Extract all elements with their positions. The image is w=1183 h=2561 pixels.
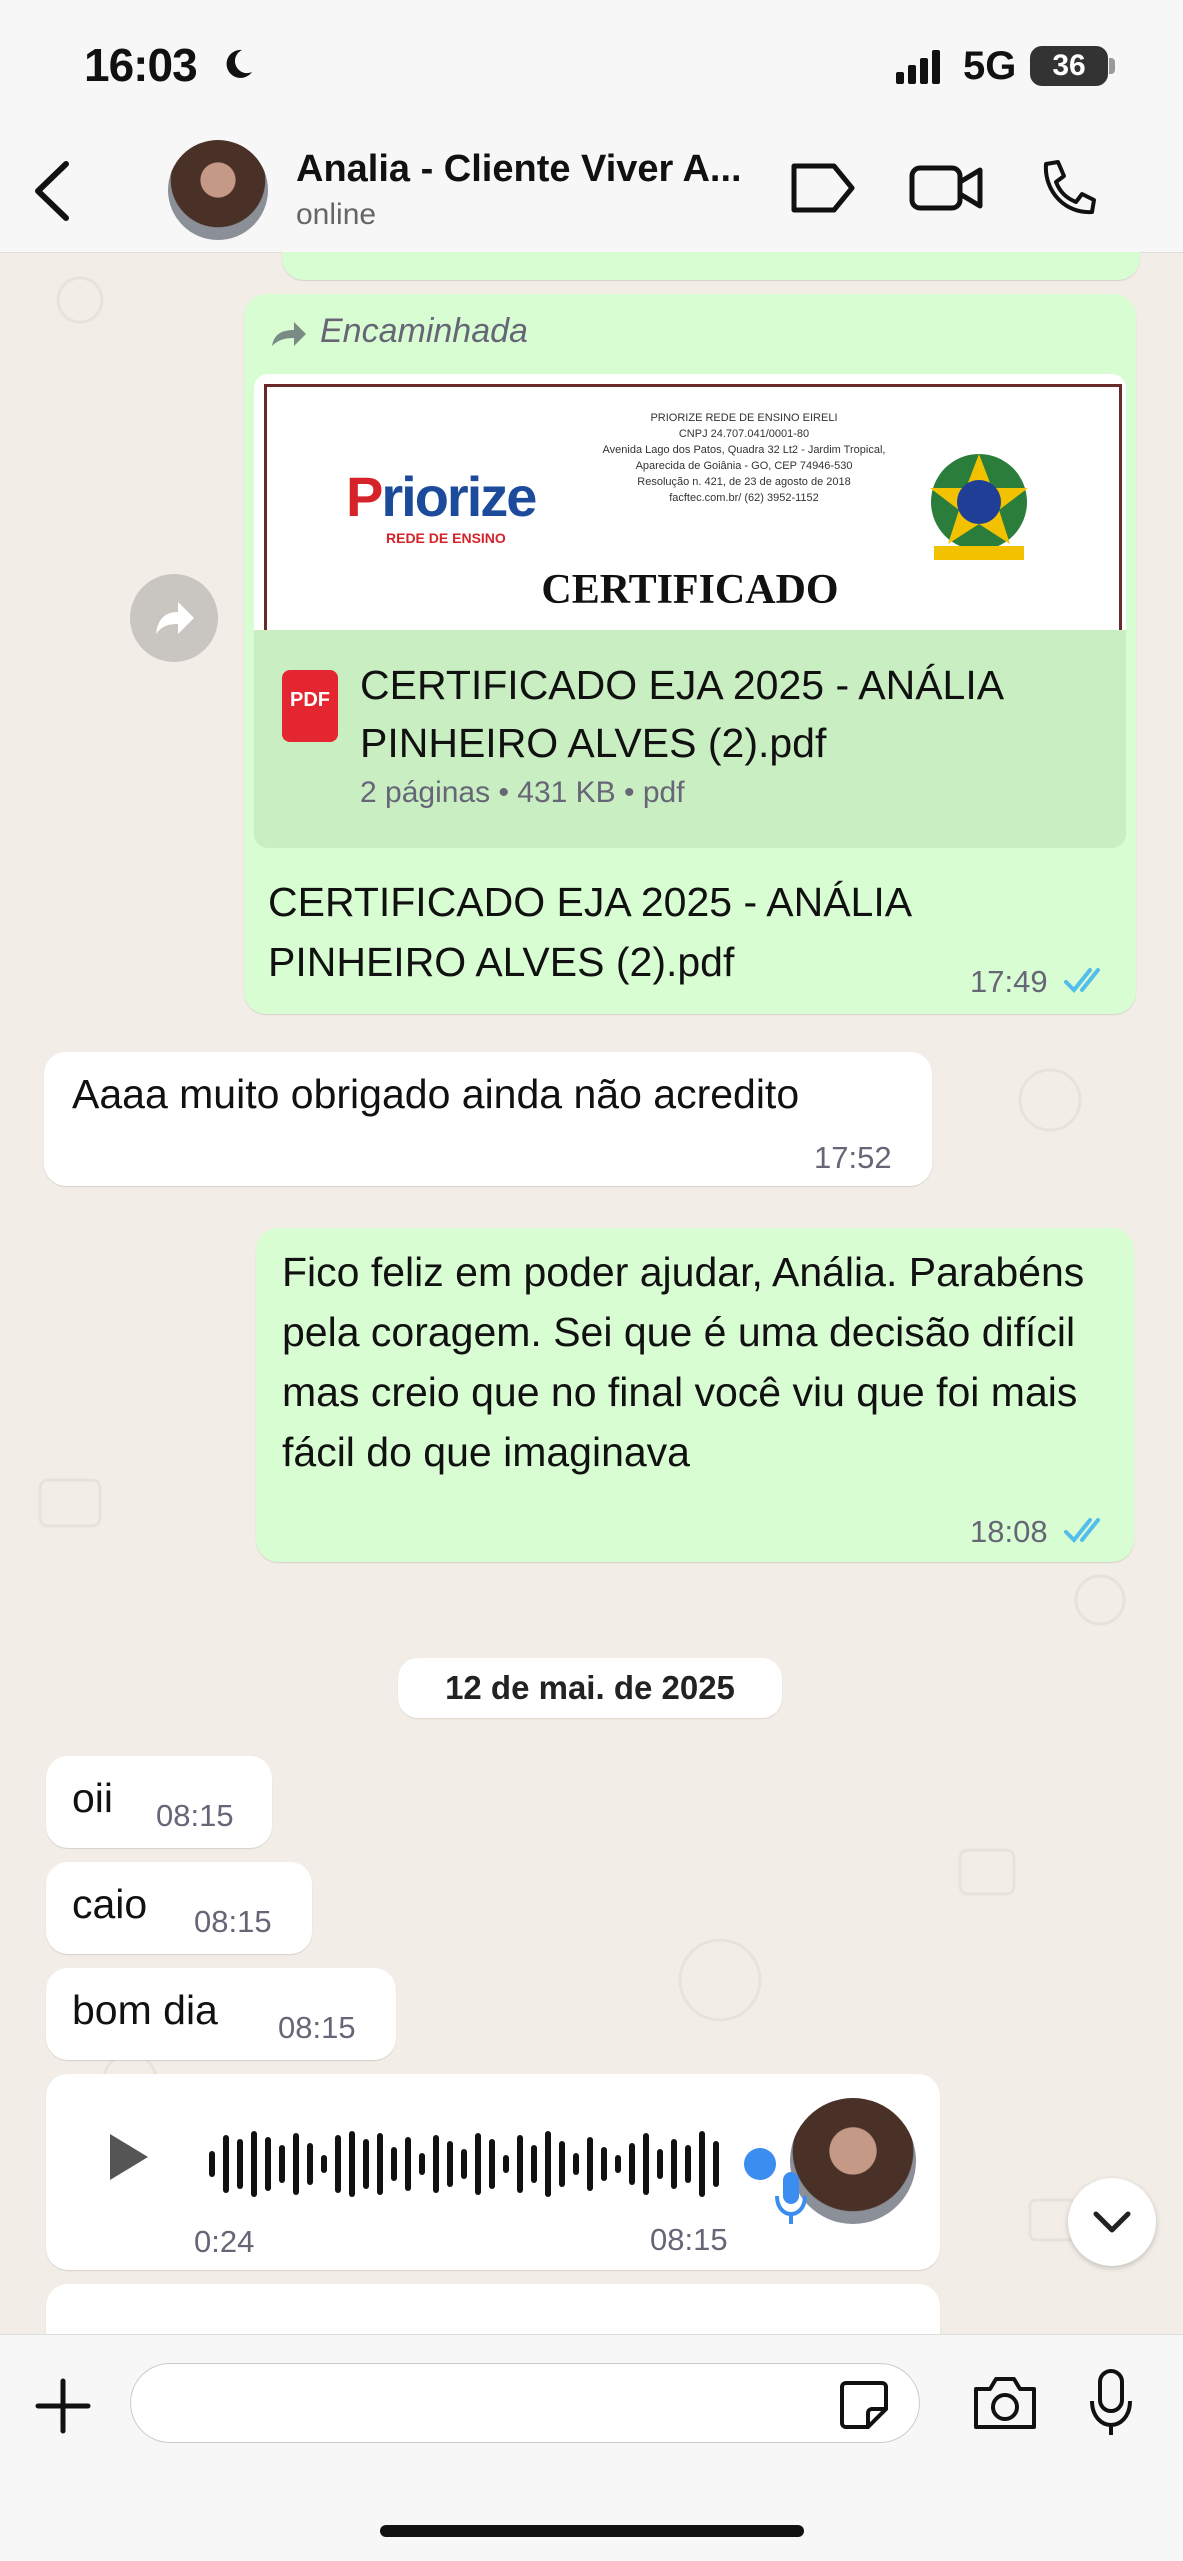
certificate-title: CERTIFICADO	[541, 567, 839, 613]
certificate-address-1: Avenida Lago dos Patos, Quadra 32 Lt2 - …	[602, 444, 886, 456]
certificate-contact: facftec.com.br/ (62) 3952-1152	[669, 492, 819, 504]
outgoing-message-time: 18:08	[970, 1514, 1048, 1549]
message-input[interactable]	[130, 2363, 920, 2443]
document-attachment[interactable]: PDF CERTIFICADO EJA 2025 - ANÁLIA PINHEI…	[254, 630, 1126, 848]
forwarded-arrow-icon	[272, 322, 306, 346]
voice-message-bubble[interactable]: 0:24 08:15	[46, 2074, 940, 2270]
incoming-message-text: caio	[72, 1881, 148, 1927]
signal-icon	[896, 50, 940, 84]
contact-name[interactable]: Analia - Cliente Viver A...	[296, 148, 766, 191]
next-message-bubble[interactable]	[46, 2284, 940, 2334]
read-ticks-icon	[1064, 1518, 1100, 1543]
waveform-scrubber[interactable]	[744, 2148, 776, 2180]
home-indicator	[380, 2525, 804, 2537]
certificate-resolution: Resolução n. 421, de 23 de agosto de 201…	[637, 476, 851, 488]
camera-icon[interactable]	[972, 2375, 1038, 2431]
forwarded-label: Encaminhada	[320, 312, 528, 350]
chat-header: Analia - Cliente Viver A... online	[0, 130, 1183, 253]
chevron-down-icon	[1093, 2211, 1131, 2233]
network-type: 5G	[963, 44, 1017, 88]
date-separator: 12 de mai. de 2025	[398, 1658, 782, 1718]
label-tag-icon[interactable]	[786, 158, 858, 218]
attach-plus-icon[interactable]	[34, 2377, 92, 2435]
priorize-logo-subtitle: REDE DE ENSINO	[386, 530, 506, 546]
voice-time: 08:15	[650, 2222, 728, 2257]
composer-bar	[0, 2334, 1183, 2561]
voice-call-icon[interactable]	[1036, 158, 1096, 220]
battery-nub	[1109, 58, 1115, 74]
forward-icon	[156, 602, 194, 634]
contact-status: online	[296, 198, 377, 231]
brazil-coat-of-arms-icon	[930, 454, 1028, 560]
back-chevron-icon[interactable]	[28, 158, 78, 224]
sender-avatar	[790, 2098, 916, 2224]
microphone-icon[interactable]	[1088, 2369, 1134, 2437]
video-call-icon[interactable]	[908, 158, 984, 218]
certificate-issuer-info: PRIORIZE REDE DE ENSINO EIRELI CNPJ 24.7…	[534, 410, 954, 506]
document-file-meta: 2 páginas • 431 KB • pdf	[360, 776, 685, 809]
priorize-logo: Priorize	[346, 465, 537, 528]
read-ticks-icon	[1064, 968, 1100, 993]
voice-duration: 0:24	[194, 2224, 255, 2259]
microphone-icon	[775, 2172, 807, 2224]
voice-waveform[interactable]	[206, 2128, 786, 2200]
certificate-company: PRIORIZE REDE DE ENSINO EIRELI	[650, 412, 838, 424]
certificate-address-2: Aparecida de Goiânia - GO, CEP 74946-530	[635, 460, 853, 472]
play-icon[interactable]	[106, 2130, 152, 2184]
incoming-message-time: 08:15	[156, 1798, 234, 1833]
incoming-message-time: 17:52	[814, 1140, 892, 1175]
certificate-cnpj: CNPJ 24.707.041/0001-80	[678, 428, 810, 440]
pdf-icon: PDF	[282, 670, 338, 742]
scroll-to-bottom-button[interactable]	[1068, 2178, 1156, 2266]
incoming-message-time: 08:15	[278, 2010, 356, 2045]
document-time: 17:49	[970, 964, 1048, 999]
battery-level: 36	[1030, 46, 1108, 86]
document-file-name: CERTIFICADO EJA 2025 - ANÁLIA PINHEIRO A…	[360, 662, 1002, 766]
previous-message-bubble[interactable]	[282, 252, 1140, 280]
document-caption: CERTIFICADO EJA 2025 - ANÁLIA PINHEIRO A…	[268, 879, 910, 985]
sticker-icon[interactable]	[838, 2379, 890, 2431]
incoming-message-text: Aaaa muito obrigado ainda não acredito	[72, 1071, 800, 1117]
document-preview[interactable]: PRIORIZE REDE DE ENSINO EIRELI CNPJ 24.7…	[254, 374, 1126, 630]
contact-avatar[interactable]	[168, 140, 268, 240]
moon-icon	[226, 49, 252, 78]
forward-button[interactable]	[130, 574, 218, 662]
status-time: 16:03	[84, 39, 198, 91]
outgoing-message-text: Fico feliz em poder ajudar, Anália. Para…	[282, 1249, 1085, 1475]
incoming-message-time: 08:15	[194, 1904, 272, 1939]
status-bar: 16:03 5G 36	[0, 0, 1183, 130]
incoming-message-text: bom dia	[72, 1987, 218, 2033]
incoming-message-text: oii	[72, 1775, 114, 1821]
